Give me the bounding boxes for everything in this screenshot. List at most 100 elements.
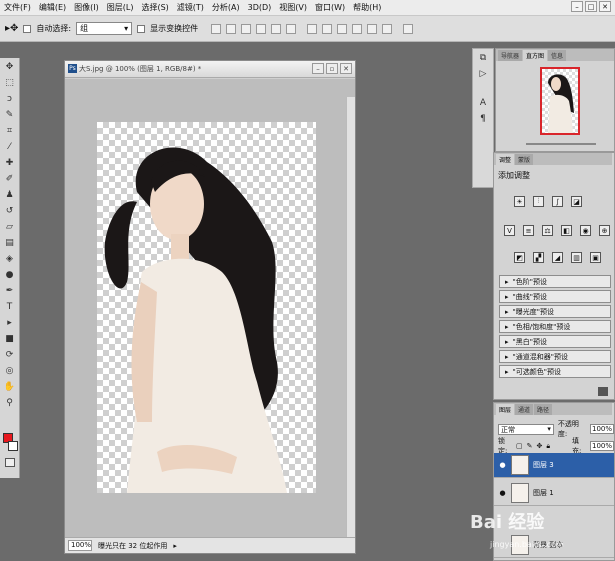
distribute-left-icon[interactable]: [352, 23, 363, 34]
status-menu-arrow-icon[interactable]: ▸: [173, 542, 177, 550]
threshold-icon[interactable]: ◢: [552, 252, 563, 263]
tab-channels[interactable]: 通道: [515, 404, 534, 415]
canvas-area[interactable]: [65, 79, 355, 537]
pen-icon[interactable]: ✒: [1, 283, 19, 298]
minimize-icon[interactable]: –: [312, 63, 324, 74]
quick-select-icon[interactable]: ✎: [1, 107, 19, 122]
paragraph-panel-icon[interactable]: ¶: [474, 111, 492, 126]
menu-image[interactable]: 图像(I): [70, 2, 103, 13]
distribute-center-icon[interactable]: [367, 23, 378, 34]
preset-levels[interactable]: ▸ "色阶"预设: [499, 275, 611, 288]
restore-icon[interactable]: ▫: [326, 63, 338, 74]
path-select-icon[interactable]: ▸: [1, 315, 19, 330]
channel-mixer-icon[interactable]: ⊕: [599, 225, 610, 236]
distribute-top-icon[interactable]: [307, 23, 318, 34]
distribute-right-icon[interactable]: [382, 23, 393, 34]
posterize-icon[interactable]: ▞: [533, 252, 544, 263]
levels-icon[interactable]: ⫶: [533, 196, 544, 207]
brush-icon[interactable]: ✐: [1, 171, 19, 186]
menu-3d[interactable]: 3D(D): [244, 3, 276, 12]
marquee-icon[interactable]: ⬚: [1, 75, 19, 90]
menu-layer[interactable]: 图层(L): [103, 2, 138, 13]
fill-field[interactable]: 100%: [589, 441, 614, 451]
exposure-icon[interactable]: ◪: [571, 196, 582, 207]
preset-black-white[interactable]: ▸ "黑白"预设: [499, 335, 611, 348]
menu-file[interactable]: 文件(F): [0, 2, 35, 13]
crop-icon[interactable]: ⌗: [1, 123, 19, 138]
tab-navigator[interactable]: 导航器: [498, 50, 523, 61]
lock-transparency-icon[interactable]: ▢: [516, 442, 523, 450]
align-bottom-icon[interactable]: [241, 23, 252, 34]
menu-analysis[interactable]: 分析(A): [208, 2, 244, 13]
maximize-icon[interactable]: □: [585, 1, 597, 12]
menu-view[interactable]: 视图(V): [275, 2, 311, 13]
tab-info[interactable]: 信息: [548, 50, 567, 61]
menu-select[interactable]: 选择(S): [137, 2, 172, 13]
eye-icon[interactable]: ●: [498, 489, 507, 498]
type-icon[interactable]: T: [1, 299, 19, 314]
eyedropper-icon[interactable]: ⁄: [1, 139, 19, 154]
lock-position-icon[interactable]: ✥: [536, 442, 542, 450]
selective-color-icon[interactable]: ▣: [590, 252, 601, 263]
hue-saturation-icon[interactable]: ≡: [523, 225, 534, 236]
3d-orbit-icon[interactable]: ◎: [1, 363, 19, 378]
layer-row[interactable]: ● 图层 1: [494, 481, 614, 506]
close-icon[interactable]: ✕: [340, 63, 352, 74]
tab-paths[interactable]: 路径: [534, 404, 553, 415]
character-panel-icon[interactable]: A: [474, 95, 492, 110]
zoom-icon[interactable]: ⚲: [1, 395, 19, 410]
menu-help[interactable]: 帮助(H): [349, 2, 385, 13]
blend-mode-dropdown[interactable]: 正常 ▾: [498, 423, 554, 435]
tab-adjustments[interactable]: 调整: [496, 154, 515, 165]
clone-stamp-icon[interactable]: ♟: [1, 187, 19, 202]
3d-rotate-icon[interactable]: ⟳: [1, 347, 19, 362]
invert-icon[interactable]: ◩: [514, 252, 525, 263]
healing-brush-icon[interactable]: ✚: [1, 155, 19, 170]
photo-filter-icon[interactable]: ◉: [580, 225, 591, 236]
hand-icon[interactable]: ✋: [1, 379, 19, 394]
tab-masks[interactable]: 蒙版: [515, 154, 534, 165]
black-white-icon[interactable]: ◧: [561, 225, 572, 236]
shape-icon[interactable]: ■: [1, 331, 19, 346]
move-icon[interactable]: ✥: [1, 59, 19, 74]
opacity-field[interactable]: 100%: [589, 424, 614, 434]
auto-select-checkbox[interactable]: [23, 24, 32, 33]
distribute-middle-icon[interactable]: [322, 23, 333, 34]
preset-channel-mixer[interactable]: ▸ "通道混和器"预设: [499, 350, 611, 363]
align-right-icon[interactable]: [286, 23, 297, 34]
close-icon[interactable]: ✕: [599, 1, 611, 12]
auto-select-dropdown[interactable]: 组 ▾: [76, 22, 133, 35]
preset-selective-color[interactable]: ▸ "可选颜色"预设: [499, 365, 611, 378]
preset-hue-saturation[interactable]: ▸ "色相/饱和度"预设: [499, 320, 611, 333]
lock-pixels-icon[interactable]: ✎: [527, 442, 533, 450]
navigator-zoom-slider[interactable]: [526, 143, 596, 145]
lock-all-icon[interactable]: 🔒︎: [546, 442, 550, 451]
align-top-icon[interactable]: [211, 23, 222, 34]
history-brush-icon[interactable]: ↺: [1, 203, 19, 218]
blur-icon[interactable]: ◈: [1, 251, 19, 266]
background-color-swatch[interactable]: [8, 441, 18, 451]
show-transform-checkbox[interactable]: [137, 24, 146, 33]
tab-histogram[interactable]: 直方图: [523, 50, 548, 61]
distribute-bottom-icon[interactable]: [337, 23, 348, 34]
eraser-icon[interactable]: ▱: [1, 219, 19, 234]
zoom-level-field[interactable]: 100%: [68, 540, 92, 551]
menu-edit[interactable]: 编辑(E): [35, 2, 70, 13]
history-panel-icon[interactable]: ⧉: [474, 50, 492, 65]
lasso-icon[interactable]: ↄ: [1, 91, 19, 106]
curves-icon[interactable]: ∫: [552, 196, 563, 207]
align-center-icon[interactable]: [271, 23, 282, 34]
eye-icon[interactable]: ●: [498, 461, 507, 470]
dodge-icon[interactable]: ●: [1, 267, 19, 282]
move-tool-icon[interactable]: ▸✥: [5, 23, 18, 34]
preset-exposure[interactable]: ▸ "曝光度"预设: [499, 305, 611, 318]
actions-panel-icon[interactable]: ▷: [474, 66, 492, 81]
vertical-scrollbar[interactable]: [346, 97, 355, 537]
quick-mask-icon[interactable]: [5, 458, 15, 467]
navigator-thumbnail[interactable]: [540, 67, 580, 135]
align-middle-icon[interactable]: [226, 23, 237, 34]
gradient-map-icon[interactable]: ▥: [571, 252, 582, 263]
adjustments-footer-icon[interactable]: [598, 387, 608, 396]
menu-filter[interactable]: 滤镜(T): [173, 2, 208, 13]
document-title-bar[interactable]: Ps 大S.jpg @ 100% (图层 1, RGB/8#) * – ▫ ✕: [65, 61, 355, 78]
